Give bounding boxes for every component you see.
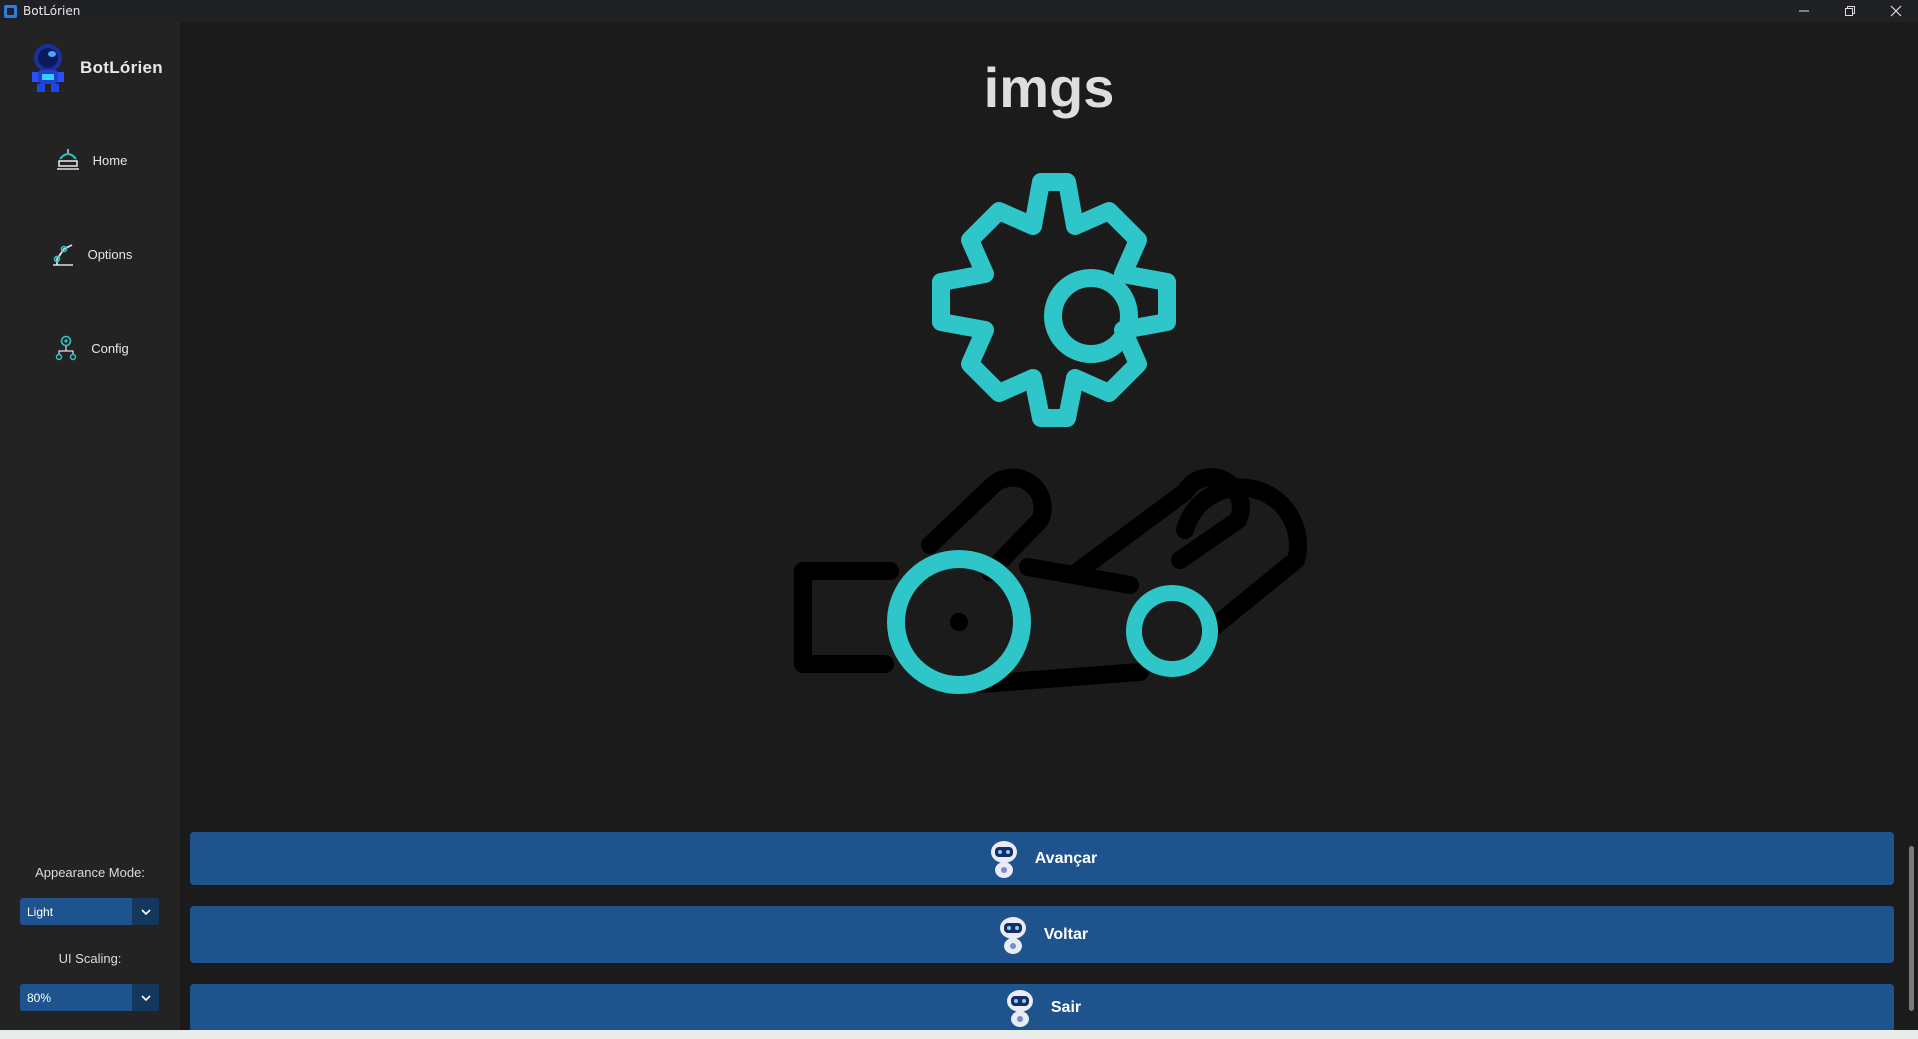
avancar-button[interactable]: Avançar — [190, 832, 1894, 885]
minimize-button[interactable] — [1781, 0, 1827, 22]
sidebar-item-options[interactable]: Options — [0, 234, 180, 274]
brand-label: BotLórien — [80, 58, 163, 77]
ui-scaling-dropdown[interactable]: 80% — [20, 984, 159, 1011]
sidebar-item-home[interactable]: Home — [0, 140, 180, 180]
sair-button[interactable]: Sair — [190, 984, 1894, 1032]
robot-mascot-icon — [999, 916, 1026, 954]
button-label: Sair — [1050, 999, 1082, 1016]
appearance-mode-value: Light — [27, 904, 54, 919]
robot-mascot-icon — [1006, 990, 1033, 1027]
appearance-mode-dropdown[interactable]: Light — [20, 898, 159, 925]
gear-hand-icon — [794, 173, 1307, 694]
voltar-button[interactable]: Voltar — [190, 906, 1894, 963]
minimize-icon — [1799, 10, 1809, 12]
sidebar-item-label: Home — [92, 152, 128, 168]
window-title-bar: BotLórien — [0, 0, 1918, 22]
robot-arm-icon — [52, 244, 73, 266]
ui-scaling-label: UI Scaling: — [58, 951, 122, 966]
home-robot-icon — [56, 149, 79, 170]
sidebar: BotLórien Home Options Config Appearance… — [0, 22, 180, 1030]
sidebar-item-label: Config — [91, 340, 129, 356]
button-label: Voltar — [1043, 925, 1089, 943]
bottom-edge — [0, 1030, 1918, 1039]
restore-icon — [1845, 6, 1855, 16]
chevron-down-icon[interactable] — [132, 898, 159, 925]
gear-icon — [932, 173, 1176, 427]
close-icon — [1890, 5, 1902, 17]
appearance-mode-label: Appearance Mode: — [35, 865, 145, 880]
hand-icon — [794, 468, 1307, 693]
close-button[interactable] — [1873, 0, 1918, 22]
chevron-down-icon[interactable] — [132, 984, 159, 1011]
wheel-hub-icon — [950, 613, 968, 631]
ui-scaling-value: 80% — [27, 990, 52, 1005]
robot-mascot-icon — [990, 840, 1017, 878]
button-label: Avançar — [1034, 849, 1098, 867]
sidebar-item-label: Options — [87, 246, 133, 262]
config-nodes-icon — [55, 335, 77, 361]
restore-button[interactable] — [1827, 0, 1873, 22]
wheel-small-icon — [1126, 585, 1218, 677]
brand: BotLórien — [28, 42, 163, 94]
window-title: BotLórien — [23, 4, 81, 18]
astronaut-logo-icon — [32, 44, 64, 92]
page-title: imgs — [983, 56, 1115, 119]
app-icon — [4, 4, 17, 18]
sidebar-item-config[interactable]: Config — [0, 328, 180, 368]
scrollbar-thumb[interactable] — [1909, 846, 1914, 1011]
